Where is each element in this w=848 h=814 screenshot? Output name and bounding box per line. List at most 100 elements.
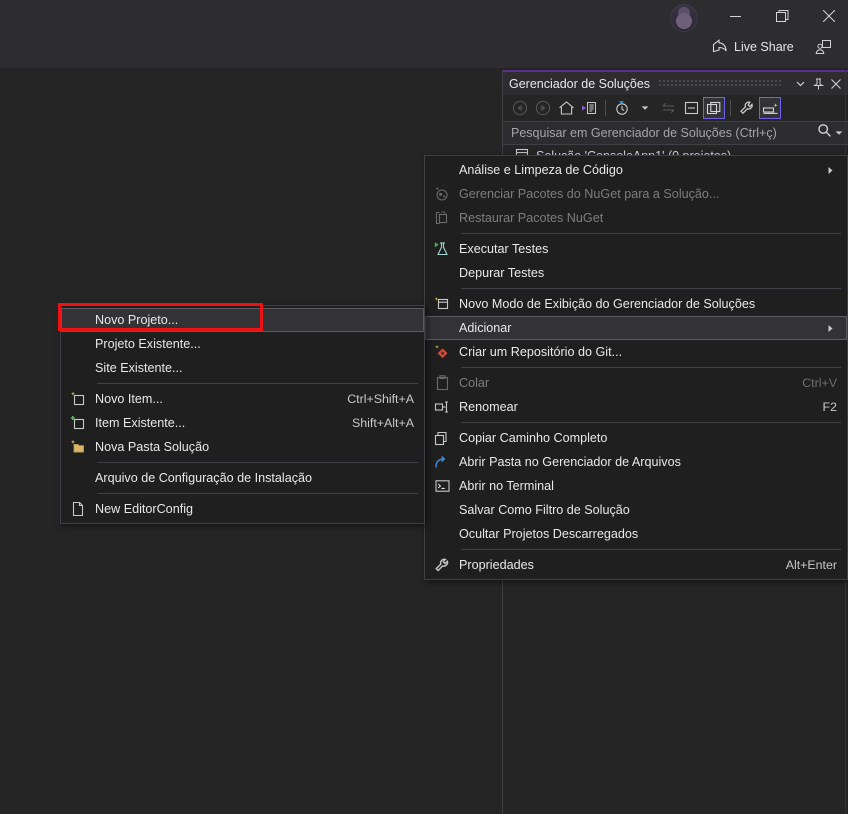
wrench-icon	[425, 553, 459, 577]
pending-changes-icon[interactable]	[578, 97, 600, 119]
chevron-down-icon[interactable]	[835, 124, 843, 142]
menu-item-ocultar-descarregados[interactable]: Ocultar Projetos Descarregados	[425, 522, 847, 546]
menu-item-label: Depurar Testes	[459, 266, 545, 280]
new-solution-folder-icon	[61, 435, 95, 459]
menu-item-abrir-pasta[interactable]: Abrir Pasta no Gerenciador de Arquivos	[425, 450, 847, 474]
minimize-button[interactable]	[712, 0, 758, 32]
add-submenu: Novo Projeto... Projeto Existente... Sit…	[60, 305, 425, 524]
properties-wrench-icon[interactable]	[736, 97, 758, 119]
copy-path-icon	[425, 426, 459, 450]
menu-item-label: Novo Projeto...	[95, 313, 179, 327]
terminal-icon	[425, 474, 459, 498]
solution-explorer-toolbar	[503, 95, 848, 121]
menu-item-label: New EditorConfig	[95, 502, 193, 516]
nuget-restore-icon	[425, 206, 459, 230]
menu-item-gerenciar-nuget[interactable]: Gerenciar Pacotes do NuGet para a Soluçã…	[425, 182, 847, 206]
paste-icon	[425, 371, 459, 395]
git-repo-icon	[425, 340, 459, 364]
new-view-icon	[425, 292, 459, 316]
menu-item-restaurar-nuget[interactable]: Restaurar Pacotes NuGet	[425, 206, 847, 230]
drag-handle-dots[interactable]	[658, 80, 783, 87]
menu-separator	[461, 367, 841, 368]
menu-item-executar-testes[interactable]: Executar Testes	[425, 237, 847, 261]
run-tests-icon	[425, 237, 459, 261]
solution-explorer-titlebar: Gerenciador de Soluções	[503, 72, 848, 95]
menu-item-nova-pasta-solucao[interactable]: Nova Pasta Solução	[61, 435, 424, 459]
live-share-label: Live Share	[734, 40, 794, 54]
menu-item-label: Novo Item...	[95, 392, 163, 406]
menu-item-label: Projeto Existente...	[95, 337, 201, 351]
title-bar: Live Share	[0, 0, 848, 68]
menu-item-adicionar[interactable]: Adicionar	[425, 316, 847, 340]
menu-separator	[97, 383, 418, 384]
preview-selected-items-icon[interactable]	[759, 97, 781, 119]
show-all-files-icon[interactable]	[703, 97, 725, 119]
chevron-right-icon	[823, 166, 837, 175]
menu-item-shortcut: Shift+Alt+A	[352, 416, 414, 430]
menu-item-label: Criar um Repositório do Git...	[459, 345, 623, 359]
menu-item-label: Análise e Limpeza de Código	[459, 163, 623, 177]
collapse-all-icon[interactable]	[680, 97, 702, 119]
open-folder-icon	[425, 450, 459, 474]
menu-item-novo-item[interactable]: Novo Item... Ctrl+Shift+A	[61, 387, 424, 411]
menu-item-arquivo-config-instalacao[interactable]: Arquivo de Configuração de Instalação	[61, 466, 424, 490]
sync-with-document-icon[interactable]	[657, 97, 679, 119]
chevron-right-icon	[823, 324, 837, 333]
menu-separator	[97, 462, 418, 463]
menu-item-shortcut: Alt+Enter	[785, 558, 837, 572]
back-icon[interactable]	[509, 97, 531, 119]
solution-context-menu: Análise e Limpeza de Código Gerenciar Pa…	[424, 155, 848, 580]
live-share-button[interactable]: Live Share	[712, 34, 794, 60]
chevron-down-icon[interactable]	[791, 75, 809, 93]
menu-item-analise-limpeza[interactable]: Análise e Limpeza de Código	[425, 158, 847, 182]
rename-icon	[425, 395, 459, 419]
home-icon[interactable]	[555, 97, 577, 119]
menu-item-item-existente[interactable]: Item Existente... Shift+Alt+A	[61, 411, 424, 435]
pin-icon[interactable]	[809, 75, 827, 93]
live-share-icon	[712, 38, 728, 56]
menu-separator	[461, 422, 841, 423]
menu-separator	[461, 549, 841, 550]
menu-item-label: Item Existente...	[95, 416, 186, 430]
menu-item-criar-repositorio-git[interactable]: Criar um Repositório do Git...	[425, 340, 847, 364]
search-icon[interactable]	[817, 123, 832, 143]
existing-item-icon	[61, 411, 95, 435]
menu-item-label: Salvar Como Filtro de Solução	[459, 503, 630, 517]
menu-item-label: Colar	[459, 376, 490, 390]
menu-item-label: Gerenciar Pacotes do NuGet para a Soluçã…	[459, 187, 720, 201]
search-input[interactable]: Pesquisar em Gerenciador de Soluções (Ct…	[511, 126, 817, 140]
menu-item-propriedades[interactable]: Propriedades Alt+Enter	[425, 553, 847, 577]
visual-studio-window: Live Share Gerenciador de Soluções Pesqu…	[0, 0, 848, 814]
menu-item-label: Arquivo de Configuração de Instalação	[95, 471, 313, 485]
menu-item-salvar-filtro[interactable]: Salvar Como Filtro de Solução	[425, 498, 847, 522]
menu-item-shortcut: Ctrl+V	[802, 376, 837, 390]
nuget-icon	[425, 182, 459, 206]
menu-item-projeto-existente[interactable]: Projeto Existente...	[61, 332, 424, 356]
maximize-button[interactable]	[759, 0, 805, 32]
menu-item-colar[interactable]: Colar Ctrl+V	[425, 371, 847, 395]
menu-item-site-existente[interactable]: Site Existente...	[61, 356, 424, 380]
chevron-down-icon[interactable]	[634, 97, 656, 119]
solution-explorer-search[interactable]: Pesquisar em Gerenciador de Soluções (Ct…	[503, 121, 848, 145]
sync-history-icon[interactable]	[611, 97, 633, 119]
toolbar-separator	[605, 100, 606, 116]
avatar[interactable]	[670, 4, 698, 32]
forward-icon[interactable]	[532, 97, 554, 119]
close-button[interactable]	[806, 0, 848, 32]
toolbar-separator	[730, 100, 731, 116]
menu-item-label: Adicionar	[459, 321, 512, 335]
menu-item-label: Abrir Pasta no Gerenciador de Arquivos	[459, 455, 681, 469]
live-share-participants-button[interactable]	[810, 34, 836, 60]
menu-item-abrir-terminal[interactable]: Abrir no Terminal	[425, 474, 847, 498]
menu-item-label: Executar Testes	[459, 242, 549, 256]
menu-item-label: Novo Modo de Exibição do Gerenciador de …	[459, 297, 756, 311]
menu-item-depurar-testes[interactable]: Depurar Testes	[425, 261, 847, 285]
menu-item-novo-modo-exibicao[interactable]: Novo Modo de Exibição do Gerenciador de …	[425, 292, 847, 316]
new-item-icon	[61, 387, 95, 411]
close-icon[interactable]	[827, 75, 845, 93]
menu-item-novo-projeto[interactable]: Novo Projeto...	[61, 308, 424, 332]
menu-item-renomear[interactable]: Renomear F2	[425, 395, 847, 419]
menu-item-copiar-caminho[interactable]: Copiar Caminho Completo	[425, 426, 847, 450]
menu-item-label: Copiar Caminho Completo	[459, 431, 608, 445]
menu-item-new-editorconfig[interactable]: New EditorConfig	[61, 497, 424, 521]
